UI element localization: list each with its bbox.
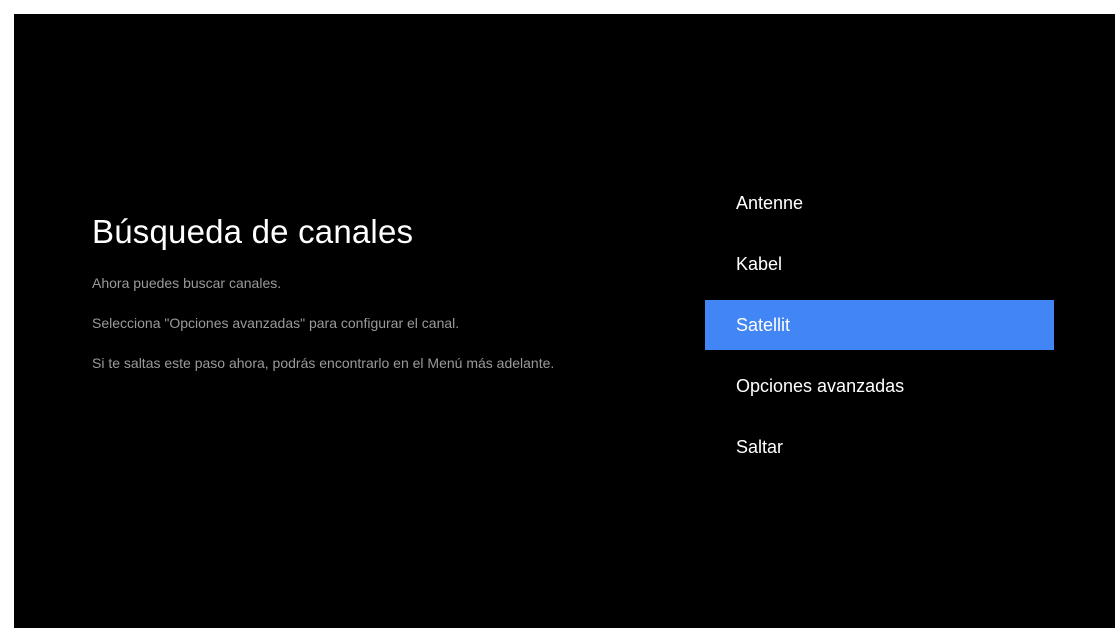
description-line: Si te saltas este paso ahora, podrás enc… bbox=[92, 355, 555, 371]
tv-screen: Búsqueda de canales Ahora puedes buscar … bbox=[14, 14, 1115, 628]
page-title: Búsqueda de canales bbox=[92, 213, 414, 250]
menu-item-kabel[interactable]: Kabel bbox=[705, 239, 1054, 289]
menu-item-antenne[interactable]: Antenne bbox=[705, 178, 1054, 228]
description-line: Selecciona "Opciones avanzadas" para con… bbox=[92, 315, 460, 331]
menu-item-saltar[interactable]: Saltar bbox=[705, 422, 1054, 472]
menu-item-opciones-avanzadas[interactable]: Opciones avanzadas bbox=[705, 361, 1054, 411]
menu-item-satellit[interactable]: Satellit bbox=[705, 300, 1054, 350]
channel-source-menu: Antenne Kabel Satellit Opciones avanzada… bbox=[705, 178, 1054, 483]
description-line: Ahora puedes buscar canales. bbox=[92, 275, 282, 291]
info-panel: Búsqueda de canales Ahora puedes buscar … bbox=[92, 212, 652, 394]
